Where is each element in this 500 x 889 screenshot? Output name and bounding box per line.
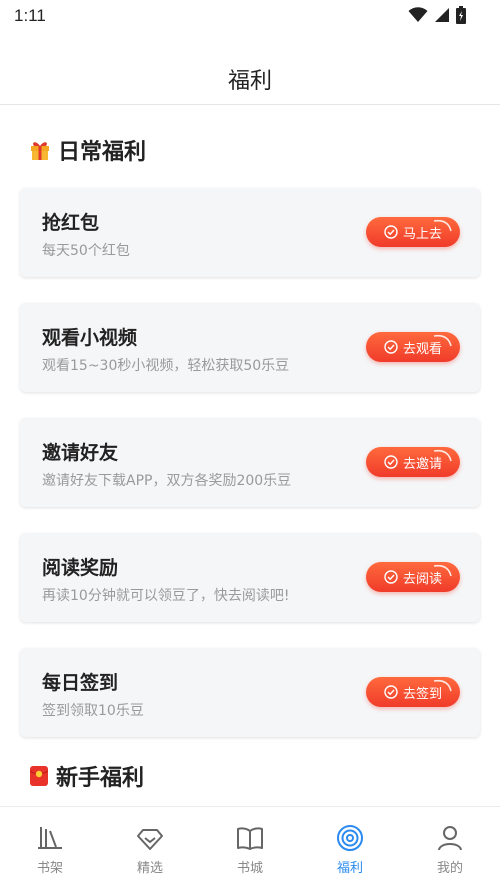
tab-label: 书城	[236, 861, 263, 876]
section-title: 日常福利	[58, 140, 147, 165]
decorative-arc-icon	[433, 679, 452, 692]
task-title: 邀请好友	[42, 442, 119, 464]
go-invite-button[interactable]: 去邀请	[366, 447, 460, 477]
decorative-arc-icon	[433, 564, 452, 577]
task-title: 阅读奖励	[42, 557, 119, 579]
tab-label: 书架	[36, 861, 63, 876]
decorative-arc-icon	[433, 334, 452, 347]
status-bar: 1:11	[0, 0, 500, 34]
task-desc: 签到领取10乐豆	[42, 703, 144, 719]
check-circle-icon	[384, 455, 398, 469]
task-card-invite-friends: 邀请好友 邀请好友下载APP，双方各奖励200乐豆 去邀请	[20, 418, 480, 507]
welfare-target-icon	[337, 825, 363, 851]
task-desc: 每天50个红包	[42, 243, 130, 259]
tab-welfare[interactable]: 福利	[300, 807, 400, 889]
task-title: 抢红包	[42, 212, 100, 234]
go-watch-button[interactable]: 去观看	[366, 332, 460, 362]
go-now-button[interactable]: 马上去	[366, 217, 460, 247]
battery-icon	[456, 6, 466, 24]
task-desc: 邀请好友下载APP，双方各奖励200乐豆	[42, 473, 292, 489]
task-card-watch-video: 观看小视频 观看15~30秒小视频，轻松获取50乐豆 去观看	[20, 303, 480, 392]
wifi-icon	[408, 7, 428, 22]
decorative-arc-icon	[433, 219, 452, 232]
task-card-red-packet: 抢红包 每天50个红包 马上去	[20, 188, 480, 277]
gift-icon	[31, 142, 49, 160]
page-title: 福利	[227, 69, 272, 94]
section-title: 新手福利	[56, 766, 145, 791]
tab-bookshelf[interactable]: 书架	[0, 807, 100, 889]
tab-label: 我的	[436, 861, 463, 876]
tab-label: 精选	[136, 861, 163, 876]
tab-bookstore[interactable]: 书城	[200, 807, 300, 889]
status-time: 1:11	[14, 6, 46, 25]
diamond-icon	[137, 829, 163, 850]
check-circle-icon	[384, 225, 398, 239]
check-circle-icon	[384, 685, 398, 699]
bookshelf-icon	[38, 827, 62, 849]
task-card-daily-checkin: 每日签到 签到领取10乐豆 去签到	[20, 648, 480, 737]
task-card-reading-reward: 阅读奖励 再读10分钟就可以领豆了，快去阅读吧! 去阅读	[20, 533, 480, 622]
newbie-welfare-header: 新手福利	[30, 761, 144, 791]
tab-label: 福利	[336, 861, 363, 876]
user-icon	[438, 826, 462, 851]
check-circle-icon	[384, 570, 398, 584]
daily-welfare-header: 日常福利	[30, 135, 146, 165]
go-checkin-button[interactable]: 去签到	[366, 677, 460, 707]
title-bar: 福利	[0, 34, 500, 105]
task-title: 观看小视频	[42, 327, 138, 349]
red-envelope-icon	[30, 766, 48, 786]
tab-featured[interactable]: 精选	[100, 807, 200, 889]
decorative-arc-icon	[433, 449, 452, 462]
status-icons	[408, 6, 466, 24]
bottom-tab-bar: 书架 精选 书城 福利 我的	[0, 806, 500, 888]
tab-profile[interactable]: 我的	[400, 807, 500, 889]
task-title: 每日签到	[42, 672, 119, 694]
welfare-content[interactable]: 日常福利 抢红包 每天50个红包 马上去 观看小视频 观看15~30秒小视频，轻…	[0, 106, 500, 806]
task-desc: 再读10分钟就可以领豆了，快去阅读吧!	[42, 588, 290, 604]
cellular-signal-icon	[435, 8, 449, 22]
check-circle-icon	[384, 340, 398, 354]
open-book-icon	[237, 827, 263, 850]
task-desc: 观看15~30秒小视频，轻松获取50乐豆	[42, 358, 290, 374]
go-read-button[interactable]: 去阅读	[366, 562, 460, 592]
